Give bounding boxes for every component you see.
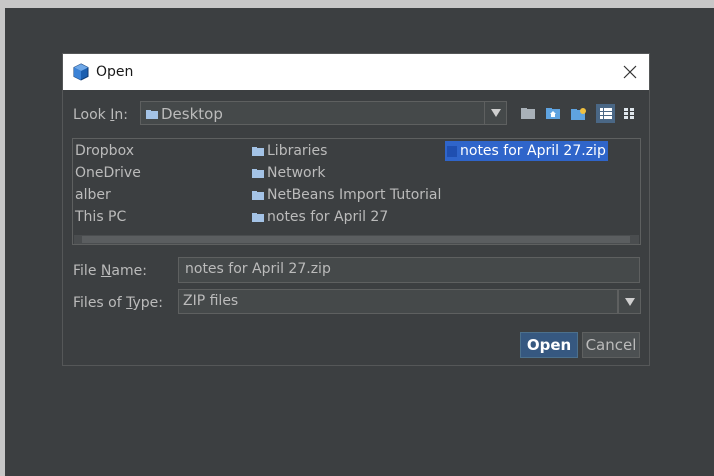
folder-item-label: Libraries <box>267 143 328 159</box>
details-view-icon <box>623 108 634 119</box>
file-list[interactable]: Dropbox OneDrive alber This PC Libraries… <box>72 138 641 245</box>
file-item[interactable]: alber <box>75 185 111 205</box>
open-button[interactable]: Open <box>520 332 578 358</box>
title-bar: Open <box>63 54 649 90</box>
chevron-down-icon <box>490 109 501 117</box>
folder-item-label: notes for April 27 <box>267 209 389 225</box>
look-in-value: Desktop <box>161 105 223 123</box>
folder-item-label: NetBeans Import Tutorial <box>267 187 442 203</box>
java-app-icon <box>73 63 89 81</box>
scrollbar-thumb[interactable] <box>82 236 630 243</box>
up-one-level-button[interactable] <box>518 104 537 123</box>
folder-item-label: Network <box>267 165 326 181</box>
list-view-button[interactable] <box>596 104 615 123</box>
folder-item[interactable]: notes for April 27 <box>252 207 388 227</box>
file-item[interactable]: This PC <box>75 207 126 227</box>
file-name-label: File Name: <box>73 263 147 279</box>
screen-edge-top <box>0 0 714 8</box>
file-type-label: Files of Type: <box>73 295 164 311</box>
close-icon <box>623 65 637 79</box>
file-name-input[interactable]: notes for April 27.zip <box>178 257 640 283</box>
look-in-dropdown[interactable]: Desktop <box>140 101 507 125</box>
folder-icon <box>146 110 158 119</box>
file-item-label: notes for April 27.zip <box>460 143 606 159</box>
folder-item[interactable]: Libraries <box>252 141 327 161</box>
folder-item[interactable]: Network <box>252 163 325 183</box>
file-item-selected[interactable]: notes for April 27.zip <box>445 141 608 161</box>
file-item[interactable]: Dropbox <box>75 141 134 161</box>
file-type-dropdown[interactable]: ZIP files <box>178 289 618 314</box>
dialog-title: Open <box>96 64 134 80</box>
look-in-dropdown-arrow[interactable] <box>484 101 507 125</box>
file-type-dropdown-arrow[interactable] <box>618 289 641 314</box>
new-folder-button[interactable] <box>569 104 588 123</box>
up-folder-icon <box>520 108 535 119</box>
home-button[interactable] <box>543 104 562 123</box>
file-icon <box>447 145 457 157</box>
new-folder-icon <box>571 107 586 120</box>
folder-icon <box>252 146 264 156</box>
home-icon <box>545 108 560 119</box>
folder-icon <box>252 190 264 200</box>
folder-item[interactable]: NetBeans Import Tutorial <box>252 185 441 205</box>
file-item[interactable]: OneDrive <box>75 163 141 183</box>
folder-icon <box>252 168 264 178</box>
cancel-button[interactable]: Cancel <box>582 332 640 358</box>
look-in-label: Look In: <box>73 107 128 123</box>
details-view-button[interactable] <box>619 104 638 123</box>
list-view-icon <box>599 108 612 119</box>
chevron-down-icon <box>624 297 635 306</box>
folder-icon <box>252 212 264 222</box>
open-dialog: Open Look In: Desktop Dropbox OneDrive a… <box>62 53 650 366</box>
close-button[interactable] <box>611 54 649 90</box>
